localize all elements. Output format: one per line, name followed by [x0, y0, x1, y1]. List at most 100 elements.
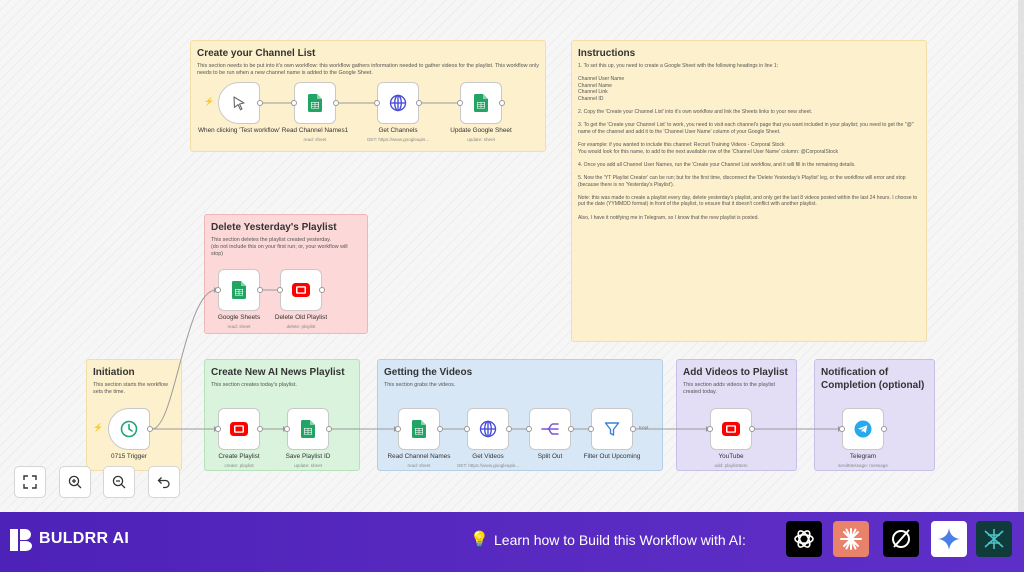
node-label: Get Channels — [378, 127, 418, 134]
youtube-icon — [230, 422, 248, 436]
gemini-icon — [938, 528, 960, 550]
learn-cta[interactable]: Learn how to Build this Workflow with AI… — [494, 532, 746, 548]
sticky-instructions[interactable]: Instructions 1. To set this up, you need… — [571, 40, 927, 342]
output-port[interactable] — [326, 426, 332, 432]
output-port[interactable] — [416, 100, 422, 106]
output-port[interactable] — [257, 287, 263, 293]
sticky-body: This section creates today's playlist. — [211, 382, 297, 388]
zoom-out-button[interactable] — [103, 466, 135, 498]
node-get-videos[interactable] — [464, 408, 512, 450]
workflow-canvas[interactable]: Create your Channel List This section ne… — [0, 0, 1024, 512]
claude-icon — [840, 528, 862, 550]
node-update-google-sheet[interactable] — [457, 82, 505, 124]
input-port[interactable] — [839, 426, 845, 432]
node-0715-trigger[interactable] — [108, 408, 153, 450]
sticky-title: Notification of Completion (optional) — [821, 367, 925, 391]
node-label: Telegram — [849, 453, 877, 460]
input-port[interactable] — [277, 287, 283, 293]
output-port[interactable] — [437, 426, 443, 432]
node-manual-trigger[interactable] — [218, 82, 263, 124]
node-youtube[interactable] — [707, 408, 755, 450]
node-subtitle: GET: https://www.googleapis... — [456, 463, 520, 468]
output-port[interactable] — [319, 287, 325, 293]
output-port[interactable] — [257, 426, 263, 432]
sticky-body: This section needs to be put into it's o… — [197, 63, 539, 77]
sticky-title: Add Videos to Playlist — [683, 367, 788, 378]
google-sheets-icon — [232, 281, 246, 299]
node-delete-old-playlist[interactable] — [277, 269, 325, 311]
node-subtitle: update: sheet — [294, 463, 322, 468]
node-telegram[interactable] — [839, 408, 887, 450]
filter-icon — [604, 422, 620, 436]
input-port[interactable] — [588, 426, 594, 432]
sticky-title: Instructions — [578, 48, 636, 59]
output-port[interactable] — [749, 426, 755, 432]
buldrr-logo-icon — [10, 529, 32, 551]
input-port[interactable] — [284, 426, 290, 432]
perplexity-icon — [892, 529, 910, 548]
node-create-playlist[interactable] — [215, 408, 263, 450]
youtube-icon — [722, 422, 740, 436]
node-label: Filter Out Upcoming — [583, 453, 641, 460]
output-port[interactable] — [257, 100, 263, 106]
fit-view-button[interactable] — [14, 466, 46, 498]
input-port[interactable] — [395, 426, 401, 432]
zoom-in-icon — [68, 475, 82, 489]
node-save-playlist-id[interactable] — [284, 408, 332, 450]
split-out-icon — [541, 423, 559, 435]
input-port[interactable] — [374, 100, 380, 106]
node-subtitle: sendMessage: message — [838, 463, 888, 468]
node-subtitle: delete: playlist — [286, 324, 316, 329]
sticky-body: This section starts the workflow sets th… — [93, 382, 168, 396]
google-sheets-icon — [412, 420, 426, 438]
lightbulb-icon: 💡 — [470, 531, 489, 548]
chatgpt-icon — [794, 530, 814, 548]
globe-icon — [479, 420, 497, 438]
input-port[interactable] — [215, 287, 221, 293]
node-filter-out-upcoming[interactable] — [588, 408, 636, 450]
input-port[interactable] — [291, 100, 297, 106]
input-port[interactable] — [707, 426, 713, 432]
output-port[interactable] — [630, 426, 636, 432]
ai-tile-deepseek[interactable] — [976, 521, 1012, 557]
node-subtitle: update: sheet — [467, 137, 495, 142]
sticky-title: Initiation — [93, 367, 135, 378]
node-label: Save Playlist ID — [285, 453, 331, 460]
output-port[interactable] — [147, 426, 153, 432]
output-port[interactable] — [499, 100, 505, 106]
output-port[interactable] — [568, 426, 574, 432]
ai-tile-perplexity[interactable] — [883, 521, 919, 557]
input-port[interactable] — [215, 426, 221, 432]
input-port[interactable] — [464, 426, 470, 432]
node-read-channel-names[interactable] — [395, 408, 443, 450]
cursor-icon — [233, 96, 245, 111]
google-sheets-icon — [301, 420, 315, 438]
ai-tile-gemini[interactable] — [931, 521, 967, 557]
node-google-sheets[interactable] — [215, 269, 263, 311]
trigger-bolt-icon: ⚡ — [204, 97, 214, 106]
input-port[interactable] — [526, 426, 532, 432]
node-label: Delete Old Playlist — [274, 314, 328, 321]
node-split-out[interactable] — [526, 408, 574, 450]
edge-label-kept: Kept — [639, 425, 649, 430]
undo-icon — [157, 477, 170, 489]
node-subtitle: add: playlistItem — [714, 463, 748, 468]
sticky-body: This section grabs the videos. — [384, 382, 456, 388]
fit-view-icon — [23, 475, 37, 489]
zoom-in-button[interactable] — [59, 466, 91, 498]
sticky-title: Create your Channel List — [197, 48, 316, 59]
sticky-title: Getting the Videos — [384, 367, 473, 378]
output-port[interactable] — [881, 426, 887, 432]
node-get-channels[interactable] — [374, 82, 422, 124]
deepseek-icon — [984, 529, 1004, 549]
ai-tile-chatgpt[interactable] — [786, 521, 822, 557]
youtube-icon — [292, 283, 310, 297]
trigger-bolt-icon: ⚡ — [93, 423, 103, 432]
undo-button[interactable] — [148, 466, 180, 498]
ai-tile-claude[interactable] — [833, 521, 869, 557]
input-port[interactable] — [457, 100, 463, 106]
google-sheets-icon — [474, 94, 488, 112]
node-read-channel-names1[interactable] — [291, 82, 339, 124]
output-port[interactable] — [506, 426, 512, 432]
output-port[interactable] — [333, 100, 339, 106]
